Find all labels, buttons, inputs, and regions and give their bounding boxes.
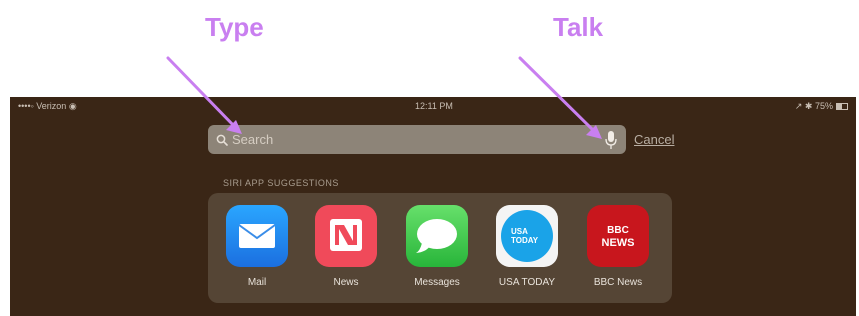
- microphone-icon[interactable]: [604, 130, 618, 150]
- mail-icon: [226, 205, 288, 267]
- battery-status: ↗ ✱ 75%: [795, 101, 848, 112]
- app-bbc-news[interactable]: BBC NEWS BBC News: [578, 205, 658, 288]
- search-icon: [216, 134, 228, 146]
- app-label: News: [333, 277, 359, 288]
- app-news[interactable]: News: [306, 205, 386, 288]
- app-mail[interactable]: Mail: [217, 205, 297, 288]
- app-label: USA TODAY: [498, 277, 556, 288]
- talk-callout-label: Talk: [553, 12, 604, 42]
- search-bar[interactable]: [208, 125, 626, 154]
- usa-icon-text-bottom: TODAY: [511, 236, 539, 245]
- usa-today-icon: USA TODAY: [496, 205, 558, 267]
- type-callout-label: Type: [205, 12, 264, 42]
- app-usa-today[interactable]: USA TODAY USA TODAY: [487, 205, 567, 288]
- bbc-icon-text-top: BBC: [607, 225, 629, 236]
- battery-icon: [836, 103, 848, 110]
- search-input[interactable]: [228, 132, 604, 147]
- carrier-signal: ••••◦ Verizon ◉: [18, 101, 77, 111]
- usa-icon-text-top: USA: [511, 227, 528, 236]
- app-messages[interactable]: Messages: [397, 205, 477, 288]
- bbc-news-icon: BBC NEWS: [587, 205, 649, 267]
- ipad-screen: ••••◦ Verizon ◉ 12:11 PM ↗ ✱ 75% Cancel …: [10, 97, 856, 316]
- news-icon: [315, 205, 377, 267]
- cancel-button[interactable]: Cancel: [634, 132, 674, 147]
- app-label: BBC News: [593, 277, 643, 288]
- siri-app-suggestions-panel: Mail News Messages USA TODAY USA TODAY B…: [208, 193, 672, 303]
- siri-suggestions-title: SIRI APP SUGGESTIONS: [223, 178, 339, 188]
- bbc-icon-text-bottom: NEWS: [602, 237, 635, 249]
- battery-percent: ↗ ✱ 75%: [794, 101, 833, 111]
- status-bar: ••••◦ Verizon ◉ 12:11 PM ↗ ✱ 75%: [10, 97, 856, 115]
- messages-icon: [406, 205, 468, 267]
- clock: 12:11 PM: [415, 101, 453, 111]
- app-label: Mail: [247, 277, 267, 288]
- app-label: Messages: [414, 277, 460, 288]
